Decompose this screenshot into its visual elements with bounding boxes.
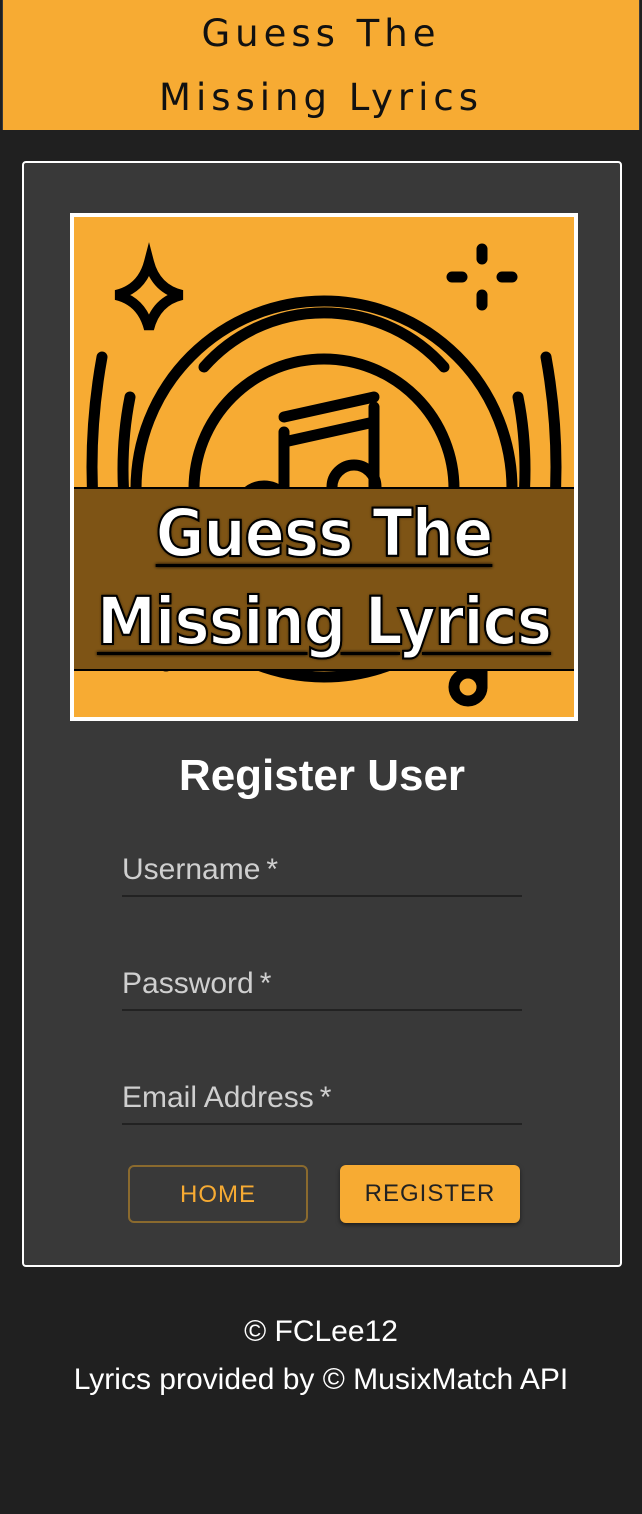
home-button[interactable]: HOME [128, 1165, 308, 1223]
username-label: Username * [122, 853, 279, 886]
app-header: Guess The Missing Lyrics [2, 0, 640, 130]
email-field[interactable]: Email Address * [122, 1073, 522, 1125]
header-title-line1: Guess The [201, 12, 441, 55]
username-field[interactable]: Username * [122, 845, 522, 897]
page-title: Register User [178, 751, 466, 800]
footer-credit: Lyrics provided by © MusixMatch API [73, 1363, 569, 1396]
register-card: Guess The Missing Lyrics Register User U… [22, 161, 622, 1267]
password-label: Password * [122, 967, 272, 1000]
password-field[interactable]: Password * [122, 959, 522, 1011]
logo-title-line2: Missing Lyrics [96, 582, 553, 661]
header-title-line2: Missing Lyrics [159, 76, 483, 119]
register-button[interactable]: REGISTER [340, 1165, 520, 1223]
footer-copyright: © FCLee12 [244, 1315, 398, 1348]
app-logo: Guess The Missing Lyrics [70, 213, 578, 721]
logo-title-line1: Guess The [155, 494, 495, 573]
email-label: Email Address * [122, 1081, 332, 1114]
